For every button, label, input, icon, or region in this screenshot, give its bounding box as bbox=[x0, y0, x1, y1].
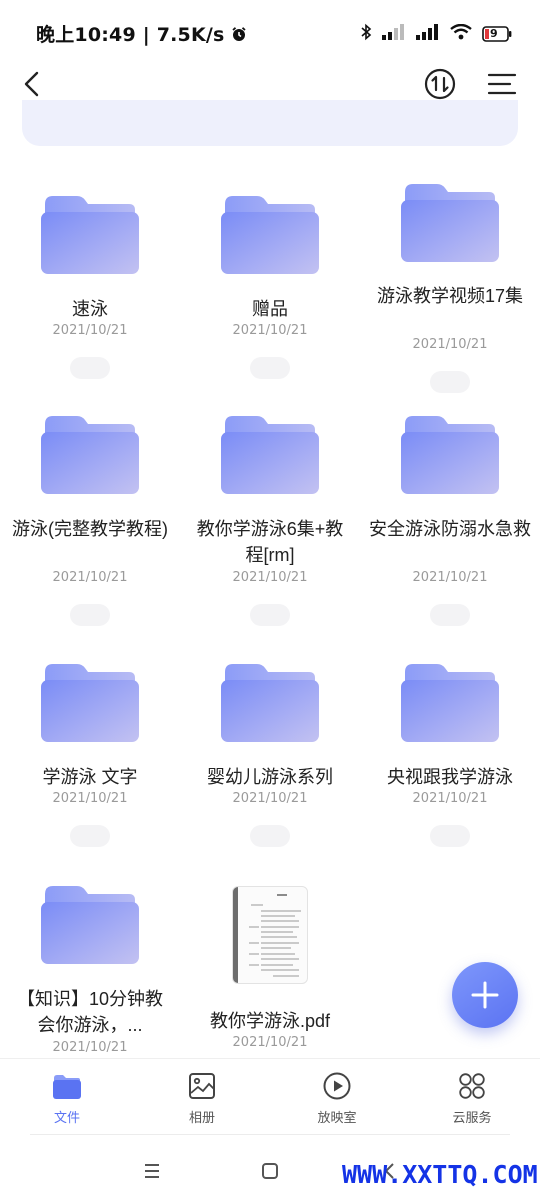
file-name: 安全游泳防溺水急救 bbox=[369, 519, 531, 539]
watermark: WWW.XXTTQ.COM bbox=[342, 1160, 538, 1189]
folder-icon bbox=[41, 886, 139, 964]
nav-item-theater[interactable]: 放映室 bbox=[287, 1071, 387, 1126]
file-date: 2021/10/21 bbox=[52, 570, 128, 585]
wifi-icon bbox=[450, 23, 472, 44]
pdf-item[interactable]: 教你学游泳.pdf 2021/10/21 bbox=[180, 870, 360, 1060]
folder-item[interactable]: 【知识】10分钟教会你游泳，... 2021/10/21 bbox=[0, 870, 180, 1060]
file-tag bbox=[430, 371, 470, 393]
pdf-spine bbox=[233, 887, 238, 983]
file-date: 2021/10/21 bbox=[232, 570, 308, 585]
nav-label: 云服务 bbox=[452, 1111, 492, 1126]
file-name: 赠品 bbox=[252, 299, 288, 319]
folder-icon bbox=[41, 664, 139, 742]
nav-item-album[interactable]: 相册 bbox=[152, 1071, 252, 1126]
folder-item[interactable]: 央视跟我学游泳 2021/10/21 bbox=[360, 650, 540, 860]
status-icons: 9 bbox=[360, 23, 512, 45]
folder-icon bbox=[41, 416, 139, 494]
recents-icon[interactable] bbox=[137, 1156, 167, 1186]
status-separator: | bbox=[142, 24, 157, 46]
divider bbox=[30, 1134, 510, 1135]
file-date: 2021/10/21 bbox=[232, 791, 308, 806]
folder-icon bbox=[221, 416, 319, 494]
file-date: 2021/10/21 bbox=[52, 791, 128, 806]
nav-item-files[interactable]: 文件 bbox=[17, 1071, 117, 1126]
status-bar: 晚上10:49 | 7.5K/s 9 bbox=[0, 0, 540, 64]
folder-icon bbox=[401, 184, 499, 262]
status-speed: 7.5K/s bbox=[156, 24, 225, 46]
sort-button[interactable] bbox=[420, 64, 460, 104]
status-time: 晚上10:49 bbox=[36, 24, 136, 46]
file-name: 【知识】10分钟教会你游泳，... bbox=[16, 989, 164, 1035]
folder-item[interactable]: 安全游泳防溺水急救 2021/10/21 bbox=[360, 400, 540, 630]
file-tag bbox=[250, 357, 290, 379]
folder-icon bbox=[41, 196, 139, 274]
folder-item[interactable]: 婴幼儿游泳系列 2021/10/21 bbox=[180, 650, 360, 860]
file-name: 央视跟我学游泳 bbox=[387, 767, 513, 787]
pdf-page-preview bbox=[249, 894, 301, 977]
file-name: 教你学游泳6集+教程[rm] bbox=[196, 519, 344, 565]
folder-item[interactable]: 赠品 2021/10/21 bbox=[180, 160, 360, 380]
nav-item-cloud[interactable]: 云服务 bbox=[422, 1071, 522, 1126]
file-date: 2021/10/21 bbox=[52, 1040, 128, 1055]
sort-icon bbox=[424, 68, 456, 100]
folder-icon bbox=[401, 416, 499, 494]
plus-icon bbox=[471, 981, 499, 1009]
menu-button[interactable] bbox=[482, 64, 522, 104]
add-button[interactable] bbox=[452, 962, 518, 1028]
file-name: 婴幼儿游泳系列 bbox=[207, 767, 333, 787]
folder-icon bbox=[53, 1075, 81, 1099]
folder-icon bbox=[221, 664, 319, 742]
search-strip[interactable] bbox=[22, 100, 518, 146]
alarm-icon bbox=[231, 24, 247, 46]
photo-icon bbox=[189, 1073, 215, 1099]
folder-item[interactable]: 学游泳 文字 2021/10/21 bbox=[0, 650, 180, 860]
signal-icon bbox=[382, 24, 406, 44]
file-tag bbox=[430, 825, 470, 847]
grid-icon bbox=[459, 1073, 485, 1099]
nav-label: 文件 bbox=[53, 1111, 80, 1126]
file-tag bbox=[430, 604, 470, 626]
file-name: 游泳(完整教学教程) bbox=[12, 519, 168, 539]
file-date: 2021/10/21 bbox=[232, 323, 308, 338]
file-name: 速泳 bbox=[72, 299, 108, 319]
back-button[interactable] bbox=[14, 66, 50, 102]
folder-icon bbox=[221, 196, 319, 274]
file-date: 2021/10/21 bbox=[232, 1035, 308, 1050]
file-date: 2021/10/21 bbox=[52, 323, 128, 338]
folder-item[interactable]: 游泳(完整教学教程) 2021/10/21 bbox=[0, 400, 180, 630]
file-name: 游泳教学视频17集 bbox=[376, 286, 524, 306]
folder-icon bbox=[401, 664, 499, 742]
play-icon bbox=[323, 1072, 351, 1100]
battery-level: 9 bbox=[490, 27, 498, 40]
bluetooth-icon bbox=[360, 23, 372, 45]
nav-label: 放映室 bbox=[317, 1111, 357, 1126]
file-date: 2021/10/21 bbox=[412, 791, 488, 806]
signal-icon bbox=[416, 24, 440, 44]
battery-icon: 9 bbox=[482, 26, 512, 42]
file-tag bbox=[70, 604, 110, 626]
folder-item[interactable]: 游泳教学视频17集 2021/10/21 bbox=[360, 160, 540, 400]
file-date: 2021/10/21 bbox=[412, 337, 488, 352]
bottom-nav: 文件 相册 放映室 云服务 bbox=[0, 1058, 540, 1136]
file-tag bbox=[70, 825, 110, 847]
file-name: 教你学游泳.pdf bbox=[209, 1011, 331, 1031]
menu-icon bbox=[487, 73, 517, 95]
folder-item[interactable]: 教你学游泳6集+教程[rm] 2021/10/21 bbox=[180, 400, 360, 630]
nav-label: 相册 bbox=[188, 1111, 215, 1126]
folder-item[interactable]: 速泳 2021/10/21 bbox=[0, 160, 180, 380]
file-tag bbox=[250, 604, 290, 626]
pdf-thumbnail bbox=[232, 886, 308, 984]
file-tag bbox=[70, 357, 110, 379]
status-left: 晚上10:49 | 7.5K/s bbox=[36, 20, 247, 47]
back-arrow-icon bbox=[24, 71, 39, 97]
home-icon[interactable] bbox=[255, 1156, 285, 1186]
file-tag bbox=[250, 825, 290, 847]
file-name: 学游泳 文字 bbox=[42, 767, 138, 787]
file-date: 2021/10/21 bbox=[412, 570, 488, 585]
